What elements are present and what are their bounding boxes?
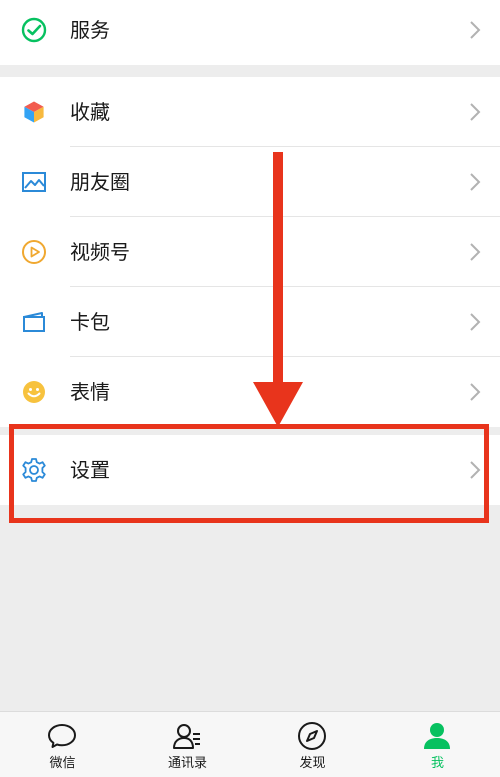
menu-item-label: 视频号 <box>70 240 130 264</box>
play-icon <box>20 238 48 266</box>
cube-icon <box>20 98 48 126</box>
tab-contacts[interactable]: 通讯录 <box>125 712 250 777</box>
chat-bubble-icon <box>46 720 78 752</box>
smiley-icon <box>20 378 48 406</box>
menu-item-label: 服务 <box>70 18 110 42</box>
person-icon <box>421 720 453 752</box>
annotation-arrow <box>248 152 308 427</box>
annotation-highlight-box <box>9 424 489 523</box>
tab-label: 我 <box>430 756 444 771</box>
chevron-right-icon <box>468 311 482 333</box>
wallet-icon <box>20 308 48 336</box>
tab-me[interactable]: 我 <box>375 712 500 777</box>
bottom-tab-bar: 微信 通讯录 发现 我 <box>0 711 500 777</box>
chevron-right-icon <box>468 101 482 123</box>
chevron-right-icon <box>468 241 482 263</box>
tab-label: 发现 <box>299 756 326 771</box>
tab-chats[interactable]: 微信 <box>0 712 125 777</box>
menu-item-label: 朋友圈 <box>70 170 130 194</box>
chevron-right-icon <box>468 381 482 403</box>
menu-item-label: 收藏 <box>70 100 110 124</box>
chevron-right-icon <box>468 19 482 41</box>
menu-item-service[interactable]: 服务 <box>0 0 500 65</box>
tab-label: 微信 <box>49 756 76 771</box>
compass-icon <box>296 720 328 752</box>
image-icon <box>20 168 48 196</box>
menu-item-favorites[interactable]: 收藏 <box>0 77 500 147</box>
chevron-right-icon <box>468 171 482 193</box>
tab-discover[interactable]: 发现 <box>250 712 375 777</box>
contacts-icon <box>171 720 203 752</box>
tab-label: 通讯录 <box>167 756 207 771</box>
section-gap <box>0 65 500 77</box>
menu-item-label: 卡包 <box>70 310 110 334</box>
wechat-pay-icon <box>20 16 48 44</box>
menu-item-label: 表情 <box>70 380 110 404</box>
